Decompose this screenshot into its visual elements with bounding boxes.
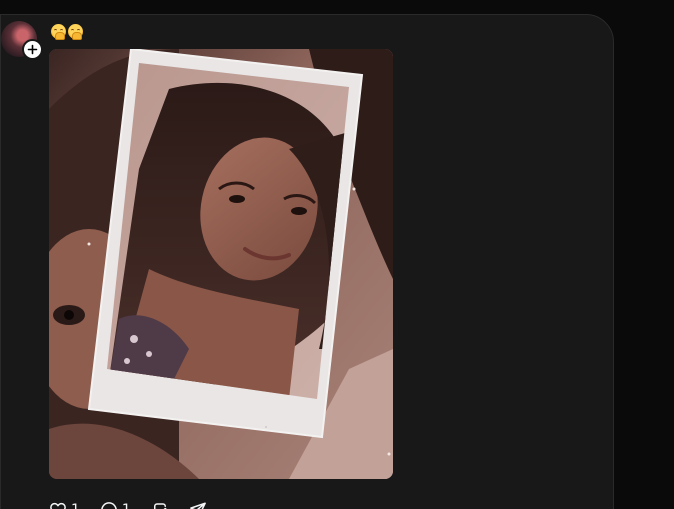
hand-over-mouth-emoji bbox=[51, 23, 66, 40]
threads-feed-page: 1 1 bbox=[0, 0, 674, 509]
share-button[interactable] bbox=[189, 501, 207, 509]
reply-count: 1 bbox=[122, 502, 131, 509]
post-actions: 1 1 bbox=[49, 498, 207, 509]
heart-icon bbox=[50, 502, 66, 509]
repost-button[interactable] bbox=[151, 501, 169, 509]
send-icon bbox=[189, 502, 206, 509]
post-caption bbox=[51, 22, 83, 40]
comment-icon bbox=[101, 502, 117, 509]
photo-image bbox=[49, 49, 393, 479]
post-card: 1 1 bbox=[0, 14, 614, 509]
plus-icon bbox=[27, 44, 38, 55]
like-count: 1 bbox=[71, 502, 80, 509]
follow-button[interactable] bbox=[22, 39, 43, 60]
repost-icon bbox=[152, 503, 167, 509]
hand-over-mouth-emoji bbox=[68, 23, 83, 40]
author-avatar-wrapper[interactable] bbox=[1, 21, 43, 60]
reply-button[interactable]: 1 bbox=[100, 501, 131, 509]
like-button[interactable]: 1 bbox=[49, 501, 80, 509]
post-photo[interactable] bbox=[49, 49, 393, 479]
